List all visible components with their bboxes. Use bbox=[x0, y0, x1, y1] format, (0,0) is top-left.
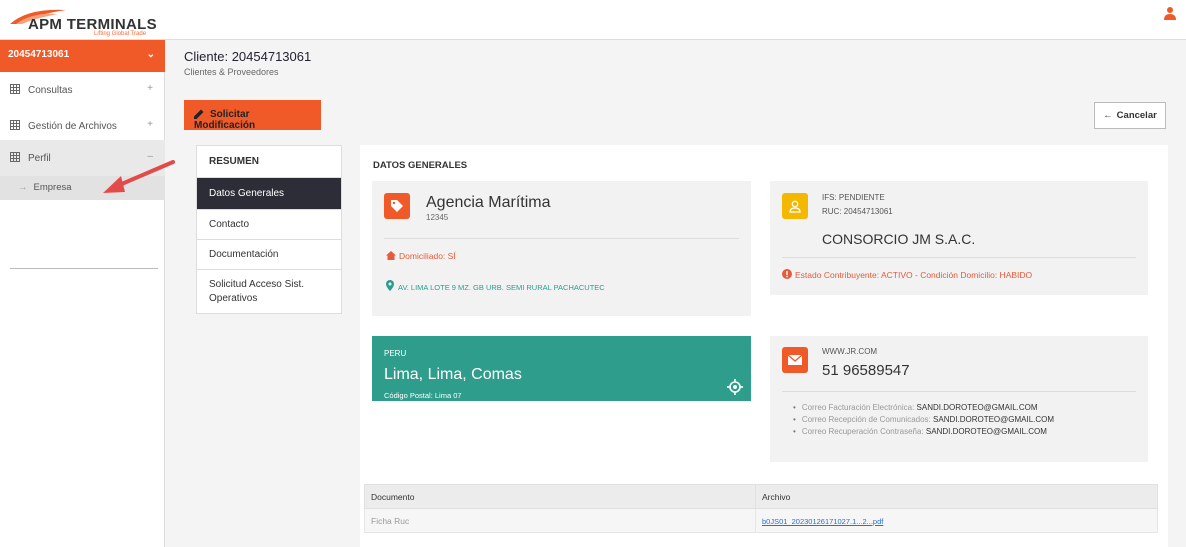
table-row: Ficha Ruc b0JS01_20230126171027.1...2...… bbox=[364, 508, 1158, 533]
divider bbox=[782, 391, 1136, 392]
column-header: Documento bbox=[364, 484, 756, 509]
top-bar: APM TERMINALS Lifting Global Trade bbox=[0, 0, 1186, 40]
estado-contribuyente: Estado Contribuyente: ACTIVO - Condición… bbox=[782, 269, 1032, 280]
email-value: SANDI.DOROTEO@GMAIL.COM bbox=[925, 427, 1047, 436]
tag-icon bbox=[384, 193, 410, 219]
envelope-icon bbox=[782, 347, 808, 373]
sidebar-divider bbox=[10, 268, 158, 269]
address-text: AV. LIMA LOTE 9 MZ. GB URB. SEMI RURAL P… bbox=[398, 283, 605, 292]
email-label: Correo Recepción de Comunicados: bbox=[801, 415, 931, 424]
home-icon bbox=[386, 251, 396, 260]
tab-documentacion[interactable]: Documentación bbox=[197, 240, 341, 270]
country: PERU bbox=[384, 349, 407, 358]
logo-tagline: Lifting Global Trade bbox=[94, 31, 147, 37]
tab-datos-generales[interactable]: Datos Generales bbox=[197, 178, 341, 210]
sidebar-item-gestion-archivos[interactable]: Gestión de Archivos + bbox=[0, 108, 165, 144]
cancelar-button[interactable]: ← Cancelar bbox=[1094, 102, 1166, 129]
arrow-left-icon: ← bbox=[1103, 110, 1113, 121]
file-link[interactable]: b0JS01_20230126171027.1...2...pdf bbox=[762, 517, 883, 526]
phone-number: 51 96589547 bbox=[822, 362, 910, 379]
column-header: Archivo bbox=[755, 484, 1158, 509]
page-subtitle: Clientes & Proveedores bbox=[184, 67, 279, 77]
company-name: CONSORCIO JM S.A.C. bbox=[822, 231, 976, 247]
website: WWW.JR.COM bbox=[822, 347, 878, 356]
agency-address: AV. LIMA LOTE 9 MZ. GB URB. SEMI RURAL P… bbox=[386, 280, 605, 292]
cancelar-label: Cancelar bbox=[1116, 110, 1157, 121]
pencil-icon bbox=[194, 109, 204, 119]
tab-solicitud-acceso[interactable]: Solicitud Acceso Sist. Operativos bbox=[197, 270, 341, 313]
account-number: 20454713061 bbox=[8, 49, 70, 60]
tab-contacto[interactable]: Contacto bbox=[197, 210, 341, 240]
estado-text: Estado Contribuyente: ACTIVO - Condición… bbox=[795, 270, 1033, 280]
grid-icon bbox=[10, 120, 20, 130]
email-item: Correo Recuperación Contraseña: SANDI.DO… bbox=[793, 426, 1054, 438]
user-icon bbox=[782, 193, 808, 219]
user-icon[interactable] bbox=[1164, 6, 1176, 20]
table-cell-archivo: b0JS01_20230126171027.1...2...pdf bbox=[755, 508, 1158, 533]
email-item: Correo Recepción de Comunicados: SANDI.D… bbox=[793, 414, 1054, 426]
sidebar-item-label: Perfil bbox=[28, 153, 51, 164]
ifs-status: IFS: PENDIENTE bbox=[822, 193, 885, 202]
divider bbox=[384, 238, 739, 239]
account-selector[interactable]: 20454713061 ⌄ bbox=[0, 40, 165, 72]
plus-icon: + bbox=[147, 119, 153, 130]
email-list: Correo Facturación Electrónica: SANDI.DO… bbox=[793, 402, 1054, 438]
email-label: Correo Facturación Electrónica: bbox=[801, 403, 915, 412]
agency-code: 12345 bbox=[426, 213, 449, 222]
map-pin-icon bbox=[386, 280, 394, 291]
page-title: Cliente: 20454713061 bbox=[184, 49, 312, 64]
section-title: DATOS GENERALES bbox=[373, 160, 468, 171]
documents-table: Documento Archivo Ficha Ruc b0JS01_20230… bbox=[364, 484, 1158, 533]
domiciliado-label: Domiciliado: SÍ bbox=[399, 251, 456, 261]
grid-icon bbox=[10, 84, 20, 94]
domiciliado-status: Domiciliado: SÍ bbox=[386, 251, 456, 261]
apm-logo[interactable]: APM TERMINALS Lifting Global Trade bbox=[8, 4, 168, 37]
info-icon bbox=[782, 269, 792, 279]
agency-name: Agencia Marítima bbox=[426, 194, 551, 211]
email-label: Correo Recuperación Contraseña: bbox=[801, 427, 924, 436]
chevron-down-icon: ⌄ bbox=[146, 49, 155, 60]
ruc-number: RUC: 20454713061 bbox=[822, 207, 893, 216]
sidebar-item-label: Gestión de Archivos bbox=[28, 121, 117, 132]
arrow-right-icon: → bbox=[18, 182, 28, 193]
grid-icon bbox=[10, 152, 20, 162]
sidebar: 20454713061 ⌄ Consultas + Gestión de Arc… bbox=[0, 40, 165, 547]
tabs-heading: RESUMEN bbox=[197, 146, 341, 178]
email-value: SANDI.DOROTEO@GMAIL.COM bbox=[933, 415, 1055, 424]
postal-code: Código Postal: Lima 07 bbox=[384, 391, 462, 400]
resumen-tabs: RESUMEN Datos Generales Contacto Documen… bbox=[196, 145, 342, 314]
crosshair-icon[interactable] bbox=[727, 379, 743, 395]
table-header-row: Documento Archivo bbox=[364, 484, 1158, 509]
divider bbox=[782, 257, 1136, 258]
city: Lima, Lima, Comas bbox=[384, 366, 522, 383]
sidebar-subitem-label: Empresa bbox=[33, 182, 72, 193]
annotation-arrow-icon bbox=[103, 160, 175, 193]
location-card: PERU Lima, Lima, Comas Código Postal: Li… bbox=[372, 336, 751, 401]
solicitar-modificacion-button[interactable]: Solicitar Modificación bbox=[184, 100, 321, 131]
email-value: SANDI.DOROTEO@GMAIL.COM bbox=[916, 403, 1038, 412]
sidebar-item-label: Consultas bbox=[28, 85, 73, 96]
plus-icon: + bbox=[147, 83, 153, 94]
table-cell-documento: Ficha Ruc bbox=[364, 508, 756, 533]
email-item: Correo Facturación Electrónica: SANDI.DO… bbox=[793, 402, 1054, 414]
sidebar-item-consultas[interactable]: Consultas + bbox=[0, 72, 165, 108]
